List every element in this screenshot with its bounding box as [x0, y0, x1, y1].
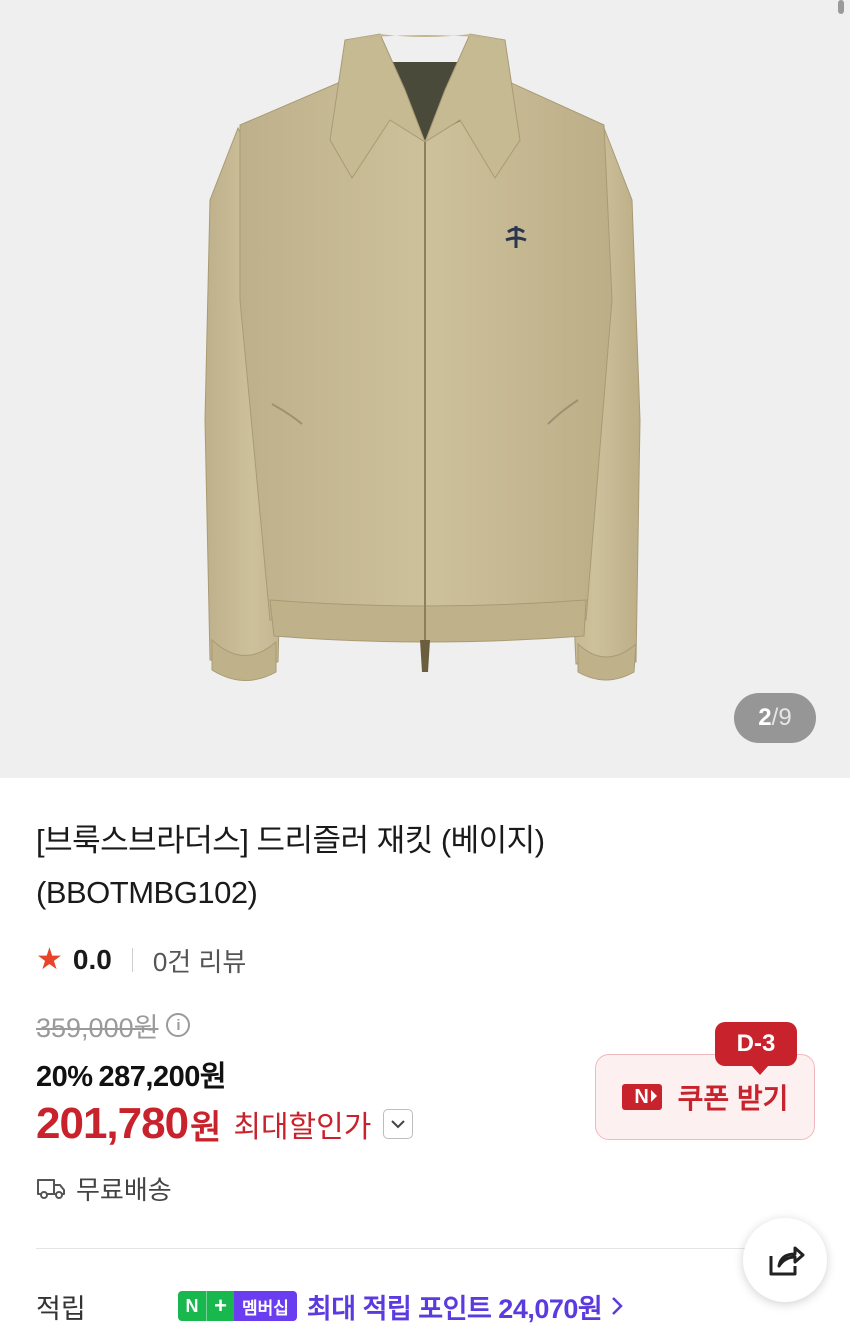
image-page-counter: 2 / 9 [734, 693, 816, 743]
shipping-row: 무료배송 [36, 1170, 172, 1206]
discount-percent: 20% [36, 1061, 93, 1093]
product-title-line-2: (BBOTMBG102) [36, 875, 258, 910]
membership-label: 멤버십 [234, 1291, 297, 1321]
rating-row[interactable]: ★ 0.0 0건 리뷰 [36, 940, 246, 980]
max-points-text[interactable]: 최대 적립 포인트 24,070원 [307, 1287, 603, 1326]
counter-separator: / [771, 704, 779, 731]
sale-price-row: 20% 287,200원 [36, 1053, 227, 1095]
section-divider [36, 1248, 816, 1249]
rating-score: 0.0 [72, 944, 112, 975]
truck-icon [37, 1179, 65, 1199]
sale-price: 287,200원 [98, 1061, 227, 1093]
review-count-link[interactable]: 0건 리뷰 [153, 942, 246, 979]
chevron-right-icon[interactable] [610, 1295, 624, 1317]
chevron-down-icon[interactable] [383, 1109, 414, 1139]
product-title: [브룩스브라더스] 드리즐러 재킷 (베이지) (BBOTMBG102) [36, 815, 636, 919]
max-discount-price-unit: 원 [190, 1108, 222, 1147]
dday-badge: D-3 [715, 1022, 797, 1075]
product-image[interactable] [0, 0, 850, 778]
share-icon [769, 1246, 805, 1276]
shipping-label: 무료배송 [76, 1174, 172, 1205]
get-coupon-label: 쿠폰 받기 [677, 1083, 789, 1114]
rating-divider [131, 948, 133, 972]
naver-n-logo-icon: N [621, 1084, 662, 1110]
points-label: 적립 [36, 1293, 86, 1324]
product-image-gallery[interactable]: 2 / 9 [0, 0, 850, 778]
product-title-line-1: [브룩스브라더스] 드리즐러 재킷 (베이지) [36, 823, 545, 858]
original-price-row: 359,000원 i [36, 1007, 191, 1043]
share-button[interactable] [743, 1218, 827, 1302]
star-icon: ★ [36, 943, 63, 976]
max-discount-price-row[interactable]: 201,780 원 최대할인가 [36, 1096, 414, 1152]
total-image-count: 9 [778, 704, 792, 731]
max-discount-price: 201,780 [36, 1099, 189, 1148]
scrollbar-thumb[interactable] [838, 0, 844, 14]
plus-icon: + [206, 1291, 234, 1321]
naver-plus-membership-badge: N + 멤버십 [178, 1291, 297, 1321]
points-row[interactable]: 적립 N + 멤버십 최대 적립 포인트 24,070원 [36, 1286, 624, 1326]
original-price: 359,000원 [36, 1012, 159, 1043]
info-icon[interactable]: i [166, 1013, 191, 1037]
get-coupon-button[interactable]: N 쿠폰 받기 [595, 1054, 815, 1140]
naver-n-icon: N [178, 1291, 206, 1321]
max-discount-label: 최대할인가 [233, 1111, 372, 1144]
current-image-index: 2 [758, 704, 772, 731]
